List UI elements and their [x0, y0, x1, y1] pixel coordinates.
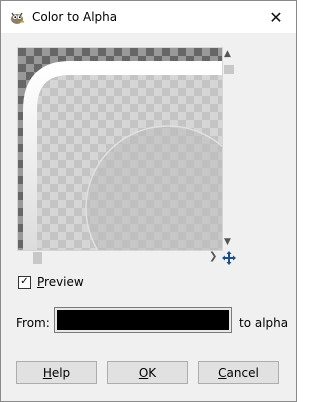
scroll-down-icon[interactable]: ▼ [224, 237, 231, 247]
close-icon: ✕ [269, 7, 283, 27]
window-title: Color to Alpha [32, 10, 118, 24]
cancel-button[interactable]: Cancel [198, 361, 279, 384]
color-to-alpha-dialog: Color to Alpha ✕ ▲ ▼ ❯ ✓ Preview From: t… [0, 0, 297, 402]
checkmark-icon: ✓ [20, 276, 29, 287]
title-bar[interactable]: Color to Alpha ✕ [1, 1, 296, 33]
gimp-wilber-icon [11, 12, 24, 24]
vertical-scroll-thumb[interactable] [224, 65, 234, 74]
to-alpha-label: to alpha [239, 316, 289, 330]
preview-checkbox[interactable]: ✓ [18, 275, 31, 289]
scroll-up-icon[interactable]: ▲ [224, 49, 231, 59]
navigate-move-icon[interactable] [222, 251, 236, 265]
preview-toggle[interactable]: ✓ Preview [18, 274, 84, 290]
help-button[interactable]: Help [16, 361, 97, 384]
color-picker-button[interactable] [54, 307, 232, 333]
from-label: From: [16, 316, 50, 330]
dialog-body: ▲ ▼ ❯ ✓ Preview From: to alpha Help OK C… [1, 33, 296, 401]
vertical-scrollbar[interactable]: ▲ ▼ [222, 47, 236, 249]
preview-image [18, 48, 222, 250]
horizontal-scroll-thumb[interactable] [33, 252, 42, 264]
preview-label: Preview [37, 275, 84, 289]
color-swatch [57, 310, 229, 330]
preview-canvas[interactable] [17, 47, 223, 251]
horizontal-scrollbar[interactable]: ❯ [17, 251, 221, 265]
scroll-right-icon[interactable]: ❯ [209, 251, 217, 262]
close-button[interactable]: ✕ [256, 1, 296, 33]
ok-button[interactable]: OK [107, 361, 188, 384]
